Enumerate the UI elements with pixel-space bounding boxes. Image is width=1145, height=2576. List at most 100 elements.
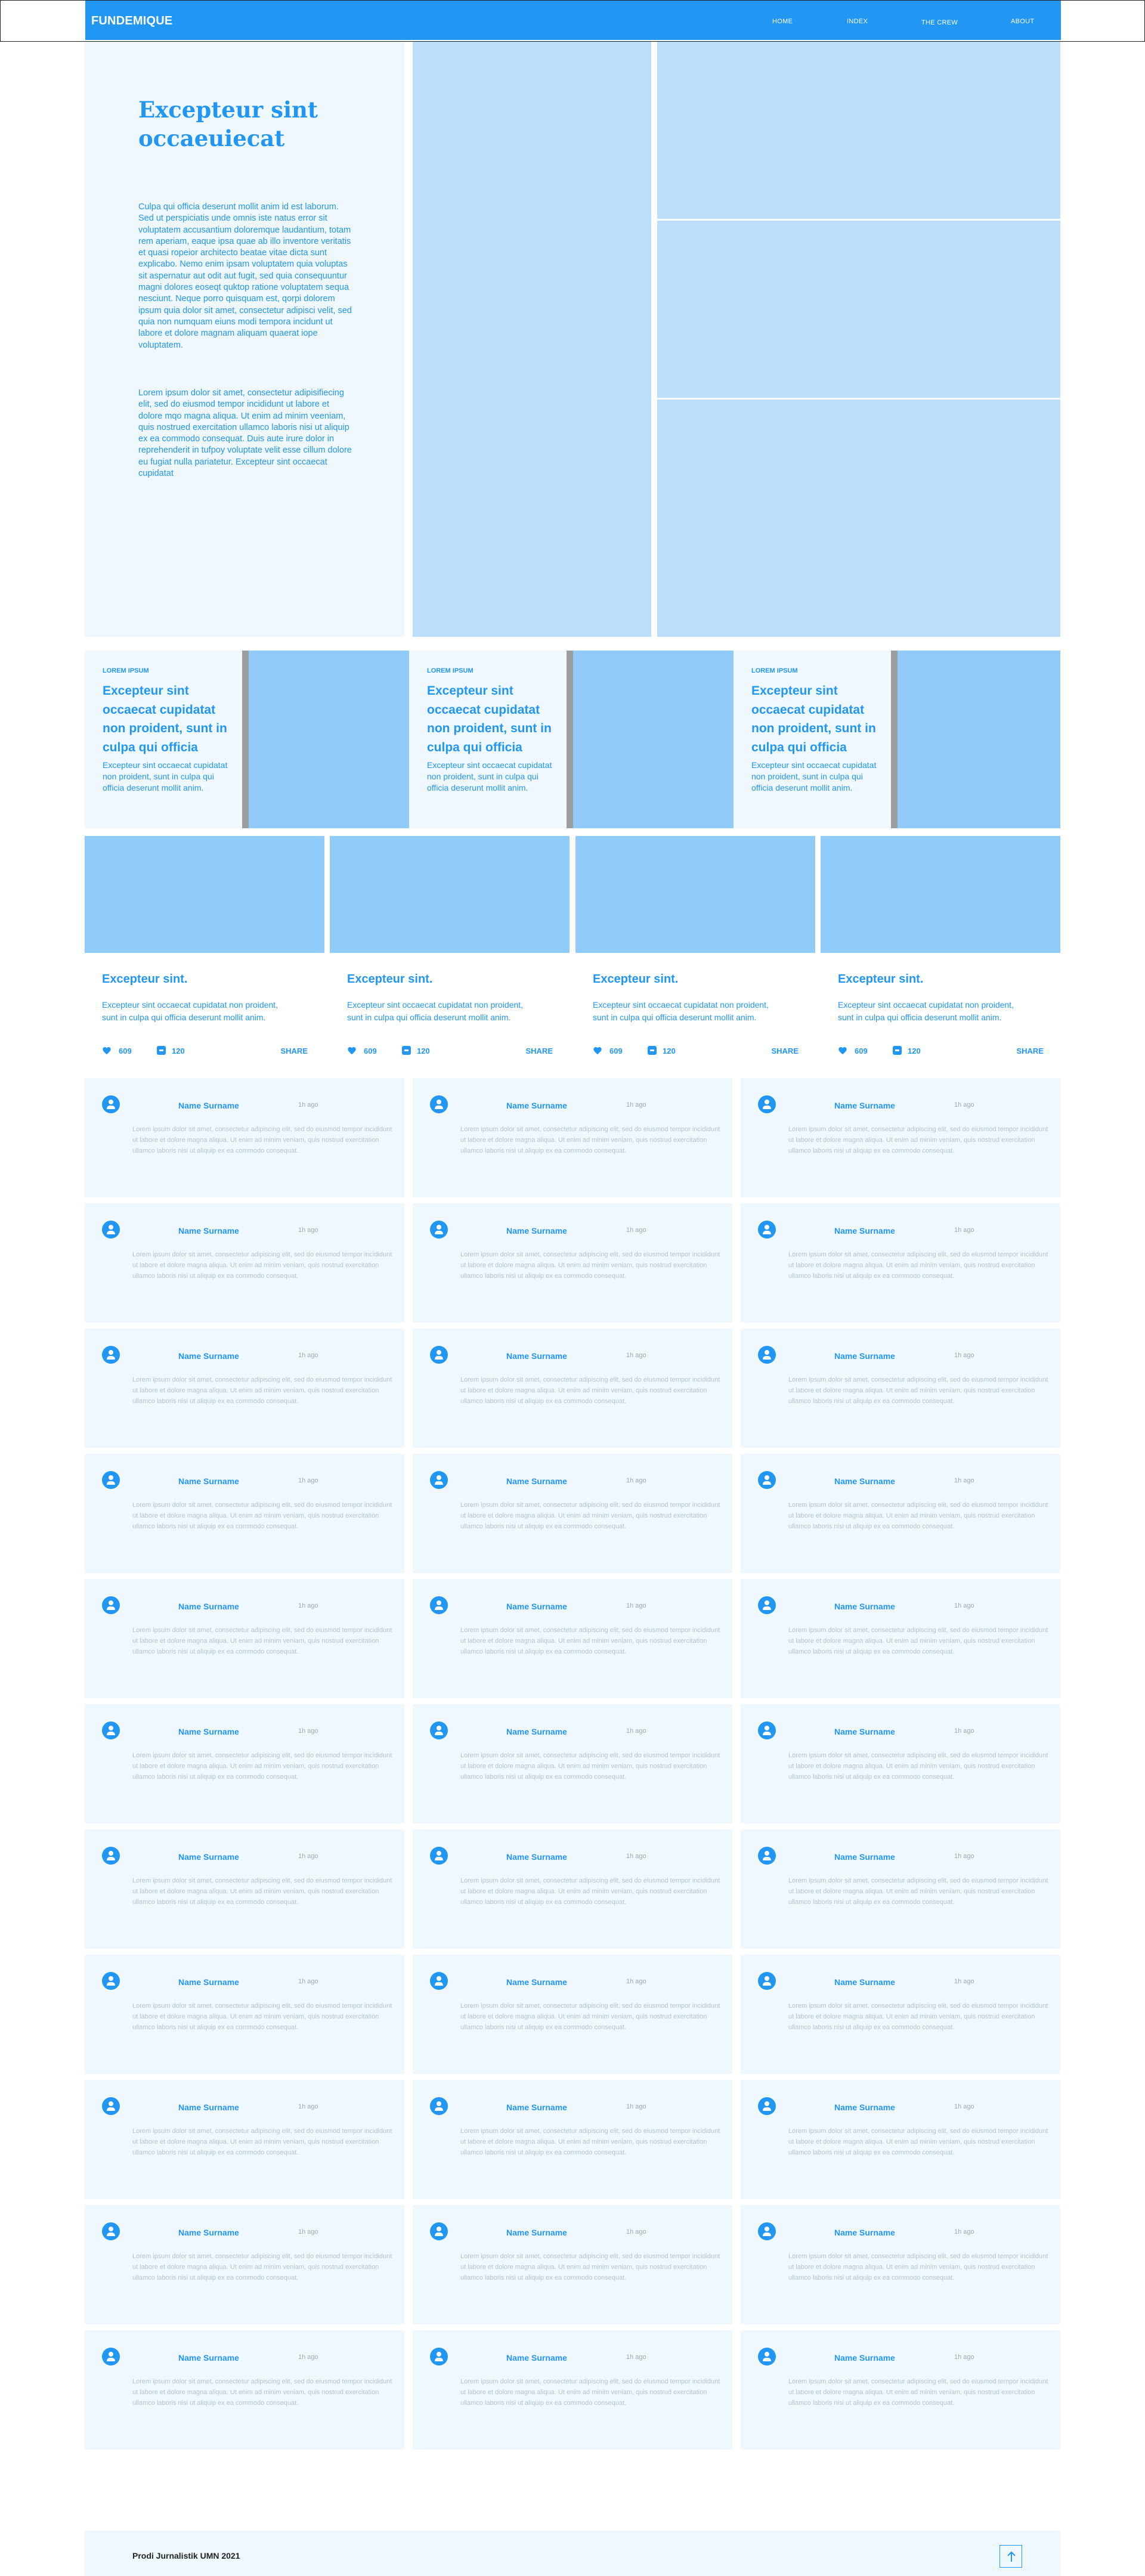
feature-title[interactable]: Excepteur sint occaecat cupidatat non pr… — [427, 682, 558, 757]
nav-link-about[interactable]: ABOUT — [1011, 18, 1034, 25]
comment-author[interactable]: Name Surname — [834, 2228, 895, 2237]
user-avatar-icon[interactable] — [102, 2222, 120, 2240]
post-image[interactable] — [575, 836, 815, 953]
comment-author[interactable]: Name Surname — [506, 2103, 567, 2112]
back-to-top-button[interactable] — [999, 2545, 1022, 2568]
feature-card[interactable]: LOREM IPSUM Excepteur sint occaecat cupi… — [734, 651, 1060, 828]
user-avatar-icon[interactable] — [758, 1596, 776, 1614]
comment-author[interactable]: Name Surname — [834, 1852, 895, 1862]
user-avatar-icon[interactable] — [430, 1221, 448, 1239]
comment-author[interactable]: Name Surname — [178, 1476, 239, 1486]
comment-author[interactable]: Name Surname — [178, 2228, 239, 2237]
comment-author[interactable]: Name Surname — [506, 1476, 567, 1486]
comment-icon[interactable] — [648, 1046, 657, 1055]
user-avatar-icon[interactable] — [102, 2348, 120, 2366]
comment-icon[interactable] — [893, 1046, 902, 1055]
post-title[interactable]: Excepteur sint. — [593, 973, 678, 986]
heart-icon[interactable] — [347, 1046, 357, 1055]
comment-author[interactable]: Name Surname — [506, 1351, 567, 1361]
comment-author[interactable]: Name Surname — [178, 1977, 239, 1987]
share-button[interactable]: SHARE — [1016, 1046, 1044, 1055]
share-button[interactable]: SHARE — [525, 1046, 553, 1055]
comment-author[interactable]: Name Surname — [506, 1852, 567, 1862]
comment-author[interactable]: Name Surname — [506, 1977, 567, 1987]
post-image[interactable] — [330, 836, 570, 953]
user-avatar-icon[interactable] — [758, 1471, 776, 1489]
brand-logo[interactable]: FUNDEMIQUE — [91, 14, 172, 28]
comment-author[interactable]: Name Surname — [178, 1226, 239, 1236]
user-avatar-icon[interactable] — [430, 2222, 448, 2240]
user-avatar-icon[interactable] — [102, 1847, 120, 1865]
comment-author[interactable]: Name Surname — [506, 1101, 567, 1110]
comment-author[interactable]: Name Surname — [834, 1476, 895, 1486]
comment-author[interactable]: Name Surname — [506, 2228, 567, 2237]
user-avatar-icon[interactable] — [430, 1471, 448, 1489]
nav-link-index[interactable]: INDEX — [847, 18, 868, 25]
post-title[interactable]: Excepteur sint. — [347, 973, 432, 986]
share-button[interactable]: SHARE — [280, 1046, 308, 1055]
comment-author[interactable]: Name Surname — [178, 1852, 239, 1862]
comment-icon[interactable] — [157, 1046, 166, 1055]
user-avatar-icon[interactable] — [102, 1596, 120, 1614]
comment-author[interactable]: Name Surname — [178, 1351, 239, 1361]
user-avatar-icon[interactable] — [430, 1847, 448, 1865]
comment-author[interactable]: Name Surname — [506, 1226, 567, 1236]
feature-title[interactable]: Excepteur sint occaecat cupidatat non pr… — [103, 682, 234, 757]
user-avatar-icon[interactable] — [430, 1596, 448, 1614]
heart-icon[interactable] — [838, 1046, 847, 1055]
user-avatar-icon[interactable] — [430, 2348, 448, 2366]
user-avatar-icon[interactable] — [758, 1972, 776, 1990]
comment-author[interactable]: Name Surname — [834, 1101, 895, 1110]
user-avatar-icon[interactable] — [758, 2097, 776, 2115]
user-avatar-icon[interactable] — [758, 1722, 776, 1739]
user-avatar-icon[interactable] — [758, 1221, 776, 1239]
user-avatar-icon[interactable] — [102, 1221, 120, 1239]
user-avatar-icon[interactable] — [758, 1346, 776, 1364]
user-avatar-icon[interactable] — [102, 1722, 120, 1739]
nav-link-the-crew[interactable]: THE CREW — [921, 19, 958, 26]
share-button[interactable]: SHARE — [771, 1046, 799, 1055]
heart-icon[interactable] — [102, 1046, 112, 1055]
comment-author[interactable]: Name Surname — [178, 1602, 239, 1611]
comment-author[interactable]: Name Surname — [506, 1727, 567, 1736]
user-avatar-icon[interactable] — [430, 2097, 448, 2115]
comment-author[interactable]: Name Surname — [178, 2103, 239, 2112]
user-avatar-icon[interactable] — [102, 1972, 120, 1990]
user-avatar-icon[interactable] — [430, 1972, 448, 1990]
feature-card[interactable]: LOREM IPSUM Excepteur sint occaecat cupi… — [409, 651, 736, 828]
post-title[interactable]: Excepteur sint. — [838, 973, 923, 986]
user-avatar-icon[interactable] — [758, 1095, 776, 1113]
post-title[interactable]: Excepteur sint. — [102, 973, 187, 986]
comment-author[interactable]: Name Surname — [834, 1977, 895, 1987]
comment-card: Name Surname 1h ago Lorem ipsum dolor sit … — [85, 1829, 404, 1949]
comment-author[interactable]: Name Surname — [834, 1602, 895, 1611]
post-image[interactable] — [85, 836, 324, 953]
comment-author[interactable]: Name Surname — [834, 2353, 895, 2363]
user-avatar-icon[interactable] — [758, 2222, 776, 2240]
heart-icon[interactable] — [593, 1046, 602, 1055]
user-avatar-icon[interactable] — [430, 1722, 448, 1739]
comment-author[interactable]: Name Surname — [506, 2353, 567, 2363]
user-avatar-icon[interactable] — [102, 2097, 120, 2115]
comment-icon[interactable] — [402, 1046, 411, 1055]
user-avatar-icon[interactable] — [102, 1471, 120, 1489]
post-image[interactable] — [821, 836, 1060, 953]
user-avatar-icon[interactable] — [102, 1346, 120, 1364]
nav-link-home[interactable]: HOME — [772, 18, 793, 25]
comment-author[interactable]: Name Surname — [834, 2103, 895, 2112]
user-avatar-icon[interactable] — [758, 2348, 776, 2366]
comment-author[interactable]: Name Surname — [834, 1226, 895, 1236]
feature-title[interactable]: Excepteur sint occaecat cupidatat non pr… — [751, 682, 883, 757]
comment-author[interactable]: Name Surname — [178, 1727, 239, 1736]
comment-author[interactable]: Name Surname — [506, 1602, 567, 1611]
comment-author[interactable]: Name Surname — [178, 2353, 239, 2363]
post-card: Excepteur sint. Excepteur sint occaecat … — [821, 836, 1060, 1065]
user-avatar-icon[interactable] — [758, 1847, 776, 1865]
comment-author[interactable]: Name Surname — [834, 1351, 895, 1361]
feature-card[interactable]: LOREM IPSUM Excepteur sint occaecat cupi… — [85, 651, 411, 828]
comment-author[interactable]: Name Surname — [178, 1101, 239, 1110]
comment-author[interactable]: Name Surname — [834, 1727, 895, 1736]
user-avatar-icon[interactable] — [430, 1095, 448, 1113]
user-avatar-icon[interactable] — [102, 1095, 120, 1113]
user-avatar-icon[interactable] — [430, 1346, 448, 1364]
